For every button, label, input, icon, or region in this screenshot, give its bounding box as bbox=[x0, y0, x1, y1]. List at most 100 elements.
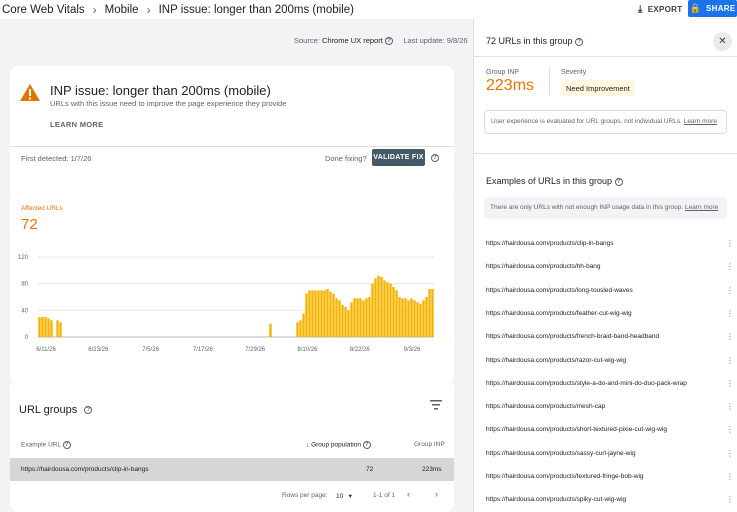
chart-bar[interactable] bbox=[38, 317, 41, 337]
more-vert-icon[interactable]: ⋮ bbox=[726, 262, 734, 271]
example-url-item[interactable]: https://hairdousa.com/products/hh-bang ⋮ bbox=[486, 262, 734, 271]
share-button[interactable]: 🔒 SHARE bbox=[688, 0, 737, 17]
chart-bar[interactable] bbox=[422, 300, 425, 337]
chart-bar[interactable] bbox=[398, 297, 401, 337]
chart-bar[interactable] bbox=[389, 283, 392, 337]
chart-bar[interactable] bbox=[44, 317, 47, 337]
example-url-item[interactable]: https://hairdousa.com/products/textured-… bbox=[486, 472, 734, 481]
learn-more-link[interactable]: Learn more bbox=[684, 118, 717, 125]
chart-bar[interactable] bbox=[50, 320, 53, 337]
more-vert-icon[interactable]: ⋮ bbox=[726, 472, 734, 481]
more-vert-icon[interactable]: ⋮ bbox=[726, 425, 734, 434]
chart-bar[interactable] bbox=[305, 293, 308, 337]
chart-bar[interactable] bbox=[395, 290, 398, 337]
help-icon[interactable]: ? bbox=[362, 441, 371, 449]
col-header-group-inp[interactable]: Group INP bbox=[414, 441, 445, 448]
chart-bar[interactable] bbox=[359, 298, 362, 337]
chart-bar[interactable] bbox=[371, 283, 374, 337]
chart-bar[interactable] bbox=[335, 298, 338, 337]
chart-bar[interactable] bbox=[311, 290, 314, 337]
rows-per-page-select[interactable]: 10 ▾ bbox=[336, 492, 352, 500]
more-vert-icon[interactable]: ⋮ bbox=[726, 449, 734, 458]
chart-bar[interactable] bbox=[401, 298, 404, 337]
help-icon[interactable]: ? bbox=[614, 177, 623, 186]
col-header-example-url[interactable]: Example URL ? bbox=[21, 441, 71, 449]
chart-bar[interactable] bbox=[320, 290, 323, 337]
chart-bar[interactable] bbox=[428, 289, 431, 337]
chart-bar[interactable] bbox=[299, 320, 302, 337]
breadcrumb-core-web-vitals[interactable]: Core Web Vitals bbox=[2, 4, 85, 16]
chart-bar[interactable] bbox=[368, 297, 371, 337]
chart-bar[interactable] bbox=[425, 297, 428, 337]
chart-bar[interactable] bbox=[338, 300, 341, 337]
more-vert-icon[interactable]: ⋮ bbox=[726, 356, 734, 365]
chart-bar[interactable] bbox=[377, 275, 380, 337]
chart-bar[interactable] bbox=[419, 303, 422, 337]
chart-bar[interactable] bbox=[374, 278, 377, 337]
chart-bar[interactable] bbox=[323, 290, 326, 337]
more-vert-icon[interactable]: ⋮ bbox=[726, 402, 734, 411]
col-header-group-population[interactable]: ↓ Group population ? bbox=[306, 441, 371, 449]
chart-bar[interactable] bbox=[392, 287, 395, 337]
chart-bar[interactable] bbox=[383, 280, 386, 337]
example-url-item[interactable]: https://hairdousa.com/products/feather-c… bbox=[486, 309, 734, 318]
chart-bar[interactable] bbox=[296, 322, 299, 337]
chart-bar[interactable] bbox=[344, 307, 347, 337]
chart-bar[interactable] bbox=[431, 289, 434, 337]
chart-bar[interactable] bbox=[308, 290, 311, 337]
next-page-icon[interactable]: › bbox=[435, 489, 438, 499]
example-url-item[interactable]: https://hairdousa.com/products/long-tous… bbox=[486, 286, 734, 295]
more-vert-icon[interactable]: ⋮ bbox=[726, 379, 734, 388]
example-url-item[interactable]: https://hairdousa.com/products/short-tex… bbox=[486, 425, 734, 434]
chart-bar[interactable] bbox=[410, 298, 413, 337]
chart-bar[interactable] bbox=[362, 300, 365, 337]
help-icon[interactable]: ? bbox=[431, 154, 439, 162]
example-url-item[interactable]: https://hairdousa.com/products/razor-cut… bbox=[486, 356, 734, 365]
chart-bar[interactable] bbox=[302, 313, 305, 337]
chart-bar[interactable] bbox=[350, 302, 353, 337]
chart-bar[interactable] bbox=[341, 305, 344, 337]
filter-icon[interactable] bbox=[430, 400, 442, 410]
chart-bar[interactable] bbox=[386, 282, 389, 337]
example-url-item[interactable]: https://hairdousa.com/products/clip-in-b… bbox=[486, 239, 734, 248]
more-vert-icon[interactable]: ⋮ bbox=[726, 309, 734, 318]
help-icon[interactable]: ? bbox=[62, 441, 71, 449]
chart-bar[interactable] bbox=[404, 298, 407, 337]
chart-bar[interactable] bbox=[365, 298, 368, 337]
example-url-item[interactable]: https://hairdousa.com/products/french-br… bbox=[486, 332, 734, 341]
chart-bar[interactable] bbox=[332, 293, 335, 337]
chart-bar[interactable] bbox=[317, 290, 320, 337]
close-button[interactable]: ✕ bbox=[713, 32, 732, 51]
more-vert-icon[interactable]: ⋮ bbox=[726, 286, 734, 295]
chart-bar[interactable] bbox=[413, 300, 416, 337]
example-url-item[interactable]: https://hairdousa.com/products/mesh-cap ⋮ bbox=[486, 402, 734, 411]
chart-bar[interactable] bbox=[269, 323, 272, 337]
chart-bar[interactable] bbox=[47, 318, 50, 337]
chart-bar[interactable] bbox=[329, 291, 332, 337]
chart-bar[interactable] bbox=[416, 302, 419, 337]
table-row[interactable]: https://hairdousa.com/products/clip-in-b… bbox=[10, 458, 454, 481]
chart-bar[interactable] bbox=[41, 317, 44, 337]
export-button[interactable]: ⤓ EXPORT bbox=[638, 1, 682, 17]
example-url-item[interactable]: https://hairdousa.com/products/style-a-d… bbox=[486, 379, 734, 388]
more-vert-icon[interactable]: ⋮ bbox=[726, 495, 734, 504]
example-url-item[interactable]: https://hairdousa.com/products/spiky-cut… bbox=[486, 495, 734, 504]
chart-bar[interactable] bbox=[353, 298, 356, 337]
chart-bar[interactable] bbox=[347, 310, 350, 337]
help-icon[interactable]: ? bbox=[384, 37, 393, 46]
example-url-item[interactable]: https://hairdousa.com/products/sassy-cur… bbox=[486, 449, 734, 458]
breadcrumb-mobile[interactable]: Mobile bbox=[105, 4, 139, 16]
validate-fix-button[interactable]: VALIDATE FIX bbox=[372, 149, 425, 166]
prev-page-icon[interactable]: ‹ bbox=[407, 489, 410, 499]
learn-more-link[interactable]: LEARN MORE bbox=[50, 120, 103, 129]
chart-bar[interactable] bbox=[356, 298, 359, 337]
learn-more-link[interactable]: Learn more bbox=[685, 204, 718, 211]
chart-bar[interactable] bbox=[326, 289, 329, 337]
chart-bar[interactable] bbox=[407, 300, 410, 337]
chart-bar[interactable] bbox=[314, 290, 317, 337]
more-vert-icon[interactable]: ⋮ bbox=[726, 239, 734, 248]
chart-bar[interactable] bbox=[380, 277, 383, 337]
more-vert-icon[interactable]: ⋮ bbox=[726, 332, 734, 341]
help-icon[interactable]: ? bbox=[575, 37, 584, 46]
help-icon[interactable]: ? bbox=[84, 406, 93, 415]
